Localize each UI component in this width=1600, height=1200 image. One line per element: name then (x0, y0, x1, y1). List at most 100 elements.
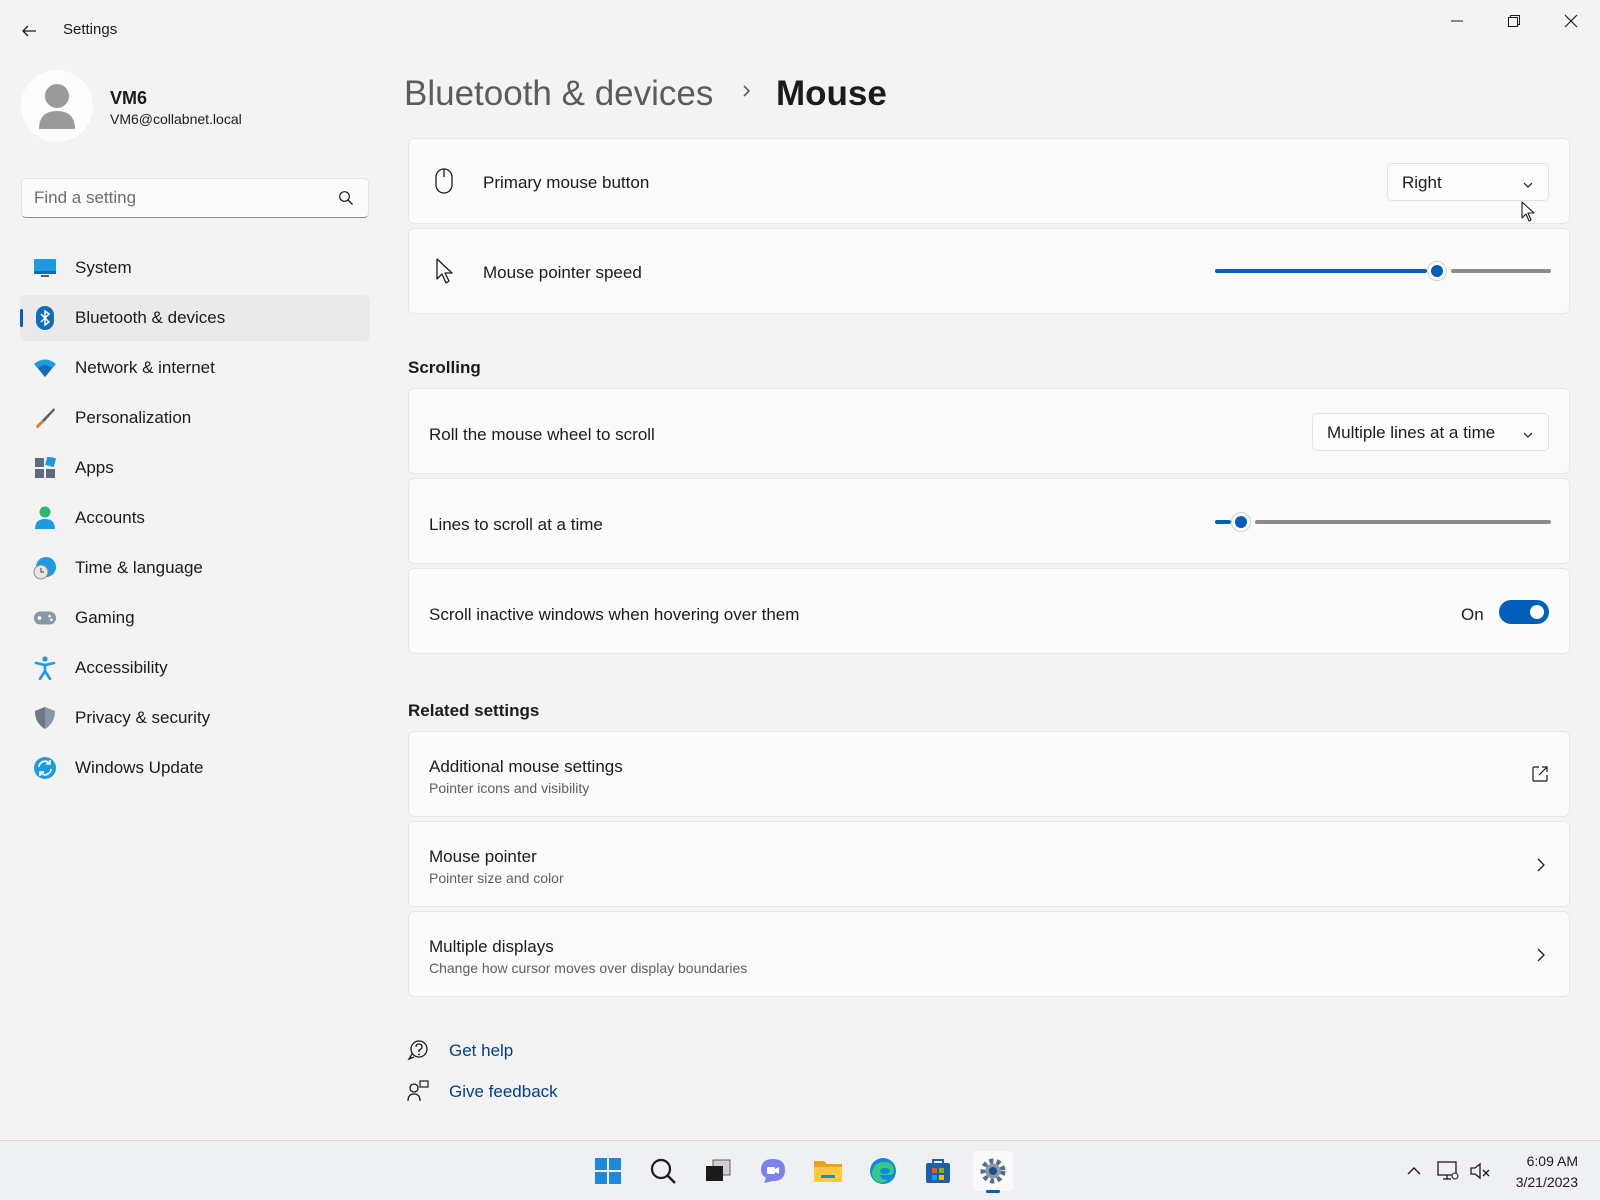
search-icon (650, 1158, 676, 1184)
related-item-label: Mouse pointer (429, 847, 537, 866)
taskbar-search-button[interactable] (643, 1151, 683, 1191)
close-button[interactable] (1548, 6, 1594, 36)
shield-icon (33, 706, 57, 730)
minimize-button[interactable] (1434, 6, 1480, 36)
lines-to-scroll-slider[interactable] (1215, 510, 1551, 534)
search-box[interactable] (21, 178, 369, 218)
sidebar-item-gaming[interactable]: Gaming (20, 595, 370, 641)
title-bar: Settings (0, 0, 1600, 62)
get-help-link[interactable]: Get help (449, 1041, 513, 1061)
primary-mouse-button-dropdown[interactable]: Right (1387, 163, 1549, 201)
settings-icon (980, 1158, 1006, 1184)
related-item-additional-mouse-settings[interactable]: Additional mouse settings Pointer icons … (408, 731, 1570, 817)
related-item-description: Pointer size and color (429, 870, 564, 886)
roll-mouse-wheel-dropdown[interactable]: Multiple lines at a time (1312, 413, 1549, 451)
chevron-down-icon (1522, 426, 1534, 446)
mouse-pointer-speed-slider[interactable] (1215, 259, 1551, 283)
accessibility-icon (33, 656, 57, 680)
roll-mouse-wheel-label: Roll the mouse wheel to scroll (429, 425, 655, 444)
system-icon (33, 256, 57, 280)
taskbar-clock-date[interactable]: 3/21/2023 (1516, 1174, 1578, 1190)
apps-icon (33, 456, 57, 480)
sidebar-item-accessibility[interactable]: Accessibility (20, 645, 370, 691)
sidebar-nav: System Bluetooth & devices Network & int… (20, 245, 370, 795)
search-icon[interactable] (338, 190, 354, 211)
dropdown-value: Right (1402, 173, 1442, 192)
sidebar-item-time-language[interactable]: Time & language (20, 545, 370, 591)
restore-icon (1508, 15, 1520, 27)
gamepad-icon (33, 606, 57, 630)
file-explorer-button[interactable] (808, 1151, 848, 1191)
scrolling-section-title: Scrolling (408, 358, 481, 377)
slider-track-empty (1255, 520, 1551, 524)
start-icon (595, 1158, 621, 1184)
scroll-inactive-windows-card: Scroll inactive windows when hovering ov… (408, 568, 1570, 654)
taskbar-clock-time[interactable]: 6:09 AM (1527, 1153, 1578, 1169)
page-title: Mouse (776, 74, 887, 113)
user-name: VM6 (110, 88, 148, 108)
user-avatar-icon (39, 84, 75, 129)
mouse-pointer-speed-card: Mouse pointer speed (408, 228, 1570, 314)
sidebar-item-personalization[interactable]: Personalization (20, 395, 370, 441)
sidebar-item-apps[interactable]: Apps (20, 445, 370, 491)
task-view-button[interactable] (698, 1151, 738, 1191)
wifi-icon (33, 356, 57, 380)
back-button[interactable] (14, 16, 44, 46)
sidebar-item-privacy-security[interactable]: Privacy & security (20, 695, 370, 741)
volume-muted-icon (1470, 1162, 1490, 1180)
restore-button[interactable] (1491, 6, 1537, 36)
primary-mouse-button-label: Primary mouse button (483, 173, 650, 192)
sidebar-item-label: Accounts (75, 508, 145, 527)
chevron-up-icon (1407, 1167, 1421, 1175)
avatar[interactable] (21, 70, 93, 142)
related-item-multiple-displays[interactable]: Multiple displays Change how cursor move… (408, 911, 1570, 997)
slider-track-filled (1215, 520, 1231, 524)
chevron-right-icon (1535, 946, 1547, 969)
scroll-inactive-windows-toggle[interactable] (1499, 600, 1549, 624)
sidebar-item-label: System (75, 258, 132, 277)
start-button[interactable] (588, 1151, 628, 1191)
volume-status-button[interactable] (1468, 1159, 1492, 1183)
sidebar-item-accounts[interactable]: Accounts (20, 495, 370, 541)
tray-overflow-button[interactable] (1402, 1159, 1426, 1183)
sidebar-item-label: Personalization (75, 408, 192, 427)
store-button[interactable] (918, 1151, 958, 1191)
sidebar-item-label: Windows Update (75, 758, 204, 777)
give-feedback-link[interactable]: Give feedback (449, 1082, 558, 1102)
sidebar-item-label: Apps (75, 458, 114, 477)
lines-to-scroll-card: Lines to scroll at a time (408, 478, 1570, 564)
brush-icon (33, 406, 57, 430)
chevron-down-icon (1522, 176, 1534, 196)
help-icon (406, 1038, 430, 1062)
search-input[interactable] (34, 188, 324, 208)
settings-app-button[interactable] (973, 1151, 1013, 1193)
chat-button[interactable] (753, 1151, 793, 1191)
lines-to-scroll-label: Lines to scroll at a time (429, 515, 603, 534)
sidebar-item-bluetooth-devices[interactable]: Bluetooth & devices (20, 295, 370, 341)
sidebar-item-system[interactable]: System (20, 245, 370, 291)
related-item-label: Multiple displays (429, 937, 554, 956)
sidebar-item-network-internet[interactable]: Network & internet (20, 345, 370, 391)
toggle-state-label: On (1461, 605, 1484, 624)
external-link-icon (1531, 765, 1549, 788)
slider-thumb[interactable] (1427, 261, 1447, 281)
feedback-icon (406, 1079, 430, 1103)
primary-mouse-button-card: Primary mouse button Right (408, 138, 1570, 224)
back-arrow-icon (22, 25, 36, 37)
related-item-description: Change how cursor moves over display bou… (429, 960, 748, 976)
sidebar-item-label: Network & internet (75, 358, 215, 377)
breadcrumb-parent[interactable]: Bluetooth & devices (404, 74, 713, 114)
edge-icon (870, 1158, 896, 1184)
file-explorer-icon (814, 1161, 842, 1182)
slider-thumb[interactable] (1231, 512, 1251, 532)
edge-button[interactable] (863, 1151, 903, 1191)
app-title: Settings (63, 21, 118, 38)
network-status-button[interactable] (1436, 1159, 1460, 1183)
related-item-mouse-pointer[interactable]: Mouse pointer Pointer size and color (408, 821, 1570, 907)
related-item-description: Pointer icons and visibility (429, 780, 590, 796)
update-icon (33, 756, 57, 780)
roll-mouse-wheel-card: Roll the mouse wheel to scroll Multiple … (408, 388, 1570, 474)
sidebar-item-label: Privacy & security (75, 708, 211, 727)
mouse-cursor-icon (1520, 201, 1536, 228)
sidebar-item-windows-update[interactable]: Windows Update (20, 745, 370, 791)
